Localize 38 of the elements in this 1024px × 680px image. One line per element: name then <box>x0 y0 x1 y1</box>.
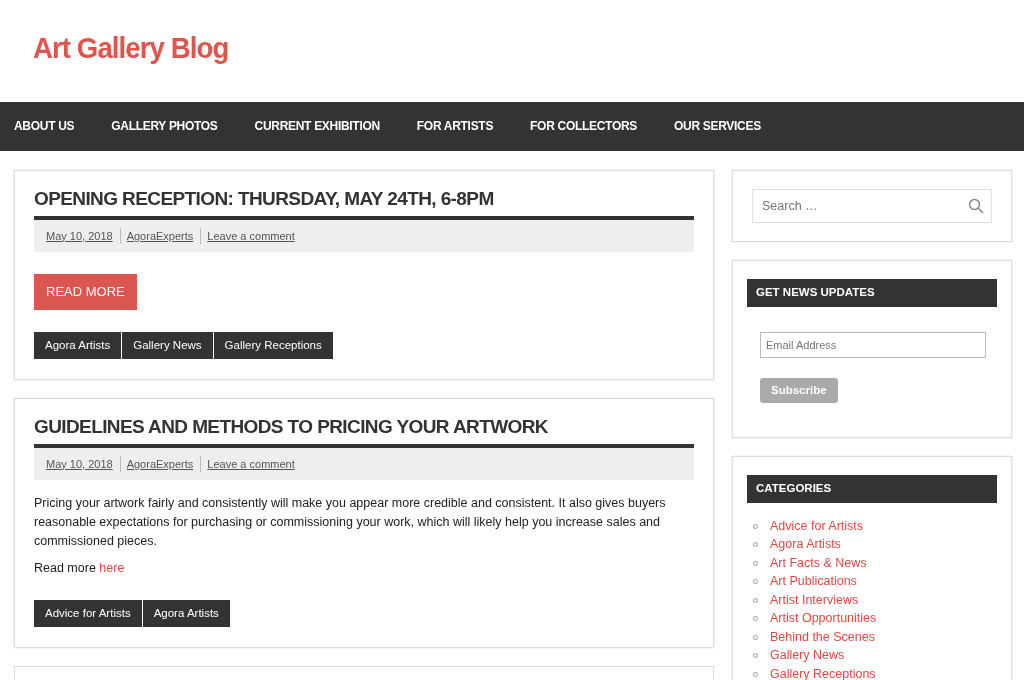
widget-title: CATEGORIES <box>747 475 997 503</box>
meta-link[interactable]: Leave a comment <box>207 455 295 473</box>
tag-link[interactable]: Agora Artists <box>142 599 230 628</box>
category-link[interactable]: Gallery Receptions <box>770 664 876 680</box>
nav-link[interactable]: ABOUT US <box>14 102 93 151</box>
category-link[interactable]: Agora Artists <box>770 535 841 554</box>
tag-link[interactable]: Gallery News <box>122 331 213 359</box>
category-link[interactable]: Artist Interviews <box>770 590 859 610</box>
meta-link[interactable]: Leave a comment <box>207 227 295 245</box>
meta-link[interactable]: May 10, 2018 <box>46 227 113 245</box>
meta-link[interactable]: AgoraExperts <box>126 455 194 473</box>
tag-link[interactable]: Advice for Artists <box>34 599 142 628</box>
category-link[interactable]: Gallery News <box>770 646 845 665</box>
widget-title: GET NEWS UPDATES <box>747 279 997 307</box>
post-excerpt: Pricing your artwork fairly and consistently will make you appear more credible and consistent. It also gives buyers reasonable expectations for purchasing or commissioning your work, which will likely help you increase sales and commissioned pieces. <box>34 495 667 551</box>
nav-link[interactable]: FOR ARTISTS <box>398 102 512 151</box>
post-title[interactable]: GUIDELINES AND METHODS TO PRICING YOUR ARTWORK <box>34 414 548 440</box>
meta-link[interactable]: May 10, 2018 <box>46 455 113 473</box>
category-link[interactable]: Art Publications <box>770 572 857 591</box>
tag-link[interactable]: Agora Artists <box>34 331 122 359</box>
nav-link[interactable]: CURRENT EXHIBITION <box>236 102 399 151</box>
site-title[interactable]: Art Gallery Blog <box>33 30 229 66</box>
email-field[interactable]: Email Address <box>760 331 986 358</box>
read-more-button[interactable]: READ MORE <box>34 274 137 310</box>
category-link[interactable]: Behind the Scenes <box>770 627 875 647</box>
search-field[interactable]: Search … <box>752 189 992 223</box>
meta-link[interactable]: AgoraExperts <box>126 227 194 245</box>
category-link[interactable]: Advice for Artists <box>770 516 864 536</box>
read-more-link[interactable]: here <box>99 561 125 576</box>
category-link[interactable]: Artist Opportunities <box>770 609 877 628</box>
post-title[interactable]: OPENING RECEPTION: THURSDAY, MAY 24TH, 6-8PM <box>34 187 494 212</box>
tag-link[interactable]: Gallery Receptions <box>213 331 333 359</box>
category-link[interactable]: Art Facts & News <box>770 553 867 573</box>
nav-link[interactable]: GALLERY PHOTOS <box>92 102 237 151</box>
search-icon[interactable] <box>968 198 984 214</box>
read-more-text: Read more here <box>34 560 126 578</box>
nav-link[interactable]: FOR COLLECTORS <box>511 102 656 151</box>
nav-link[interactable]: OUR SERVICES <box>655 102 780 151</box>
